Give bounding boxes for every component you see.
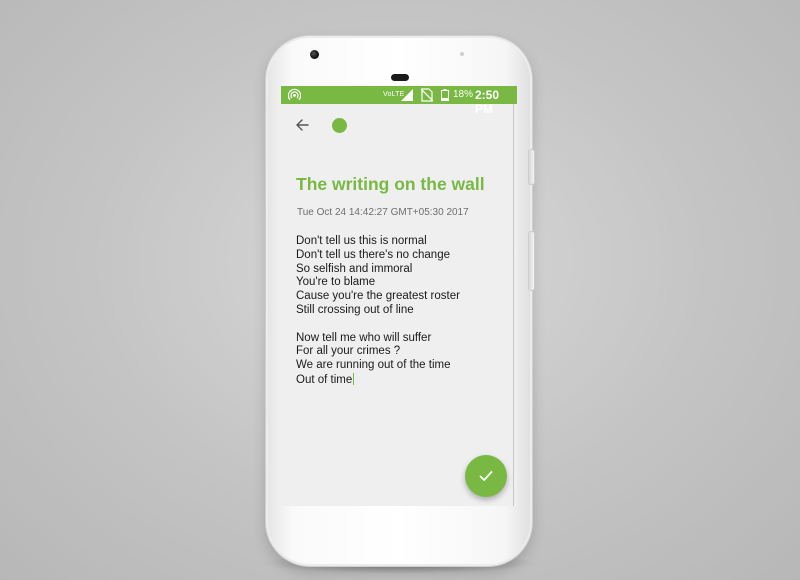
note-line: Now tell me who will suffer (296, 331, 432, 344)
signal-icon (401, 89, 413, 101)
note-color-picker[interactable] (332, 118, 347, 133)
note-line: Don't tell us this is normal (296, 235, 427, 247)
note-line-last: Out of time (296, 372, 511, 388)
app-screen: VoLTE 18% 2:50 PM The writing on the wal… (281, 86, 517, 506)
note-body-editor[interactable]: Don't tell us this is normal Don't tell … (296, 235, 511, 388)
note-line: So selfish and immoral (296, 262, 413, 275)
checkmark-icon (479, 471, 493, 481)
scrollbar[interactable] (513, 104, 514, 506)
note-line: We are running out of the time (296, 359, 451, 372)
note-line: Still crossing out of line (296, 303, 414, 316)
earpiece-speaker (391, 74, 409, 81)
note-line: You're to blame (296, 276, 376, 289)
back-button[interactable] (291, 114, 313, 136)
save-fab-button[interactable] (465, 455, 507, 497)
status-bar: VoLTE 18% 2:50 PM (281, 86, 517, 116)
arrow-left-icon (296, 119, 309, 131)
note-line-text: Out of time (296, 373, 353, 386)
battery-percent: 18% (453, 89, 474, 100)
hotspot-icon (288, 88, 301, 101)
note-line: Cause you're the greatest roster (296, 290, 460, 303)
note-title[interactable]: The writing on the wall (296, 174, 511, 195)
power-button (529, 150, 534, 184)
note-line: Don't tell us there's no change (296, 248, 450, 261)
note-line (296, 318, 511, 332)
note-date: Tue Oct 24 14:42:27 GMT+05:30 2017 (297, 207, 469, 218)
note-line: For all your crimes ? (296, 345, 401, 358)
text-cursor (353, 372, 355, 385)
front-camera (310, 50, 319, 59)
no-sim-icon (421, 88, 433, 102)
battery-icon (441, 89, 449, 101)
status-clock: 2:50 PM (475, 88, 500, 116)
proximity-sensor (460, 52, 464, 56)
volume-button (529, 232, 534, 290)
